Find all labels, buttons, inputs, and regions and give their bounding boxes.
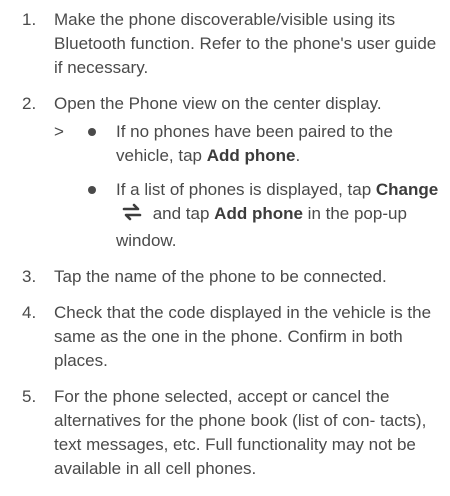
instruction-document: 1. Make the phone discoverable/visible u… (0, 0, 450, 496)
step-number: 1. (22, 10, 37, 29)
result-marker: > (54, 122, 64, 141)
step-4: 4. Check that the code displayed in the … (0, 301, 442, 373)
bullet-item: If no phones have been paired to the veh… (88, 120, 442, 168)
step-text: Tap the name of the phone to be connecte… (54, 267, 387, 286)
step-2: 2. Open the Phone view on the center dis… (0, 92, 442, 116)
result-bullet-list: If no phones have been paired to the veh… (54, 120, 442, 253)
bullet-dot-icon (88, 128, 96, 136)
step-2-result: > If no phones have been paired to the v… (0, 120, 442, 253)
change-label: Change (375, 180, 439, 199)
step-1: 1. Make the phone discoverable/visible u… (0, 8, 442, 80)
step-text: Check that the code displayed in the veh… (54, 303, 432, 370)
step-text: Make the phone discoverable/visible usin… (54, 10, 437, 77)
step-text: Open the Phone view on the center displa… (54, 94, 382, 113)
step-number: 2. (22, 94, 37, 113)
step-number: 3. (22, 267, 37, 286)
change-arrows-icon (122, 202, 142, 229)
step-5: 5. For the phone selected, accept or can… (0, 385, 442, 481)
step-number: 5. (22, 387, 37, 406)
bullet-item: If a list of phones is displayed, tap Ch… (88, 178, 442, 253)
step-3: 3. Tap the name of the phone to be conne… (0, 265, 442, 289)
add-phone-label: Add phone (214, 204, 303, 223)
bullet-dot-icon (88, 186, 96, 194)
step-text: For the phone selected, accept or cancel… (54, 387, 427, 478)
step-number: 4. (22, 303, 37, 322)
add-phone-label: Add phone (206, 146, 296, 165)
